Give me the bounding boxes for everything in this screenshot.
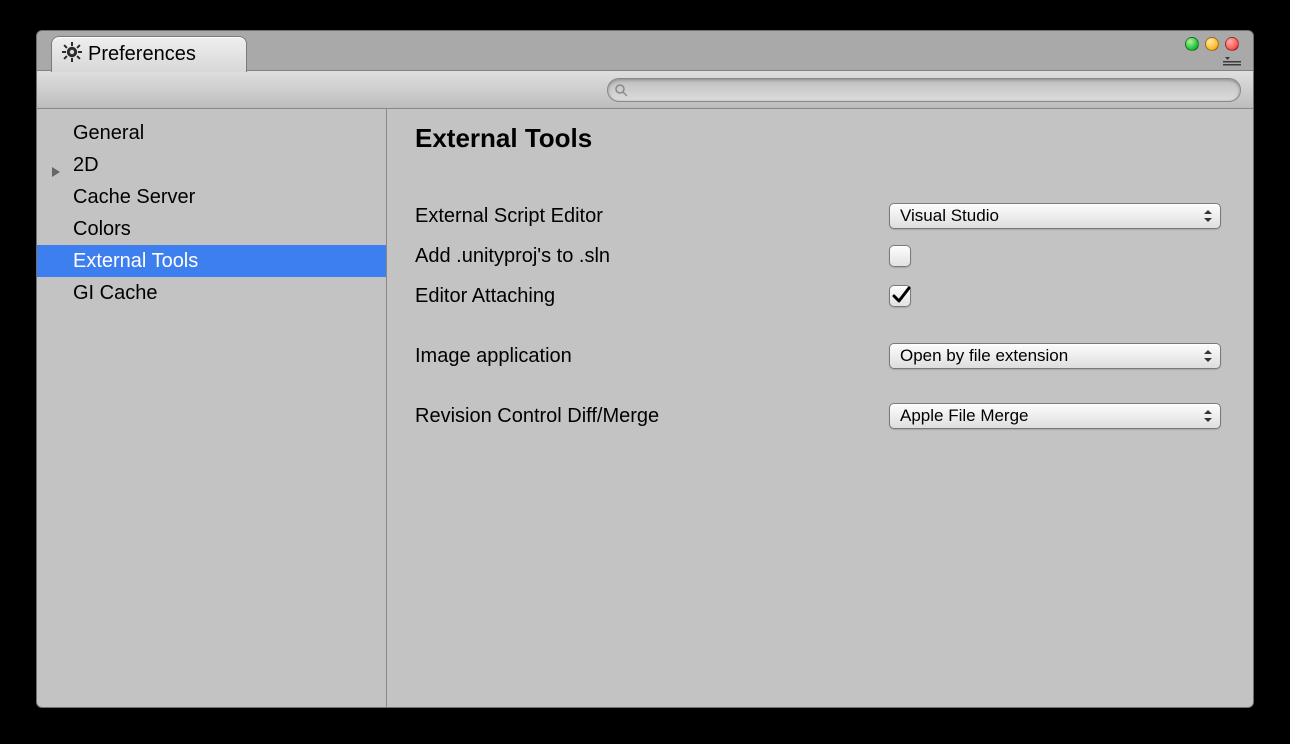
tab-options-button[interactable] xyxy=(1223,55,1241,67)
sidebar-item-colors[interactable]: Colors xyxy=(37,213,386,245)
zoom-button[interactable] xyxy=(1205,37,1219,51)
row-revision-control: Revision Control Diff/Merge Apple File M… xyxy=(415,396,1223,436)
field-label: Image application xyxy=(415,345,889,368)
tab-title: Preferences xyxy=(88,43,196,66)
image-application-select[interactable]: Open by file extension xyxy=(889,343,1221,369)
row-image-application: Image application Open by file extension xyxy=(415,336,1223,376)
sidebar-item-label: 2D xyxy=(73,154,99,176)
sidebar: General 2D Cache Server Colors External … xyxy=(37,109,387,707)
tab-strip: Preferences xyxy=(37,31,1253,71)
preferences-window: Preferences General 2D Cache Server xyxy=(36,30,1254,708)
preferences-body: General 2D Cache Server Colors External … xyxy=(37,109,1253,707)
external-script-editor-select[interactable]: Visual Studio xyxy=(889,203,1221,229)
editor-attaching-checkbox[interactable] xyxy=(889,285,911,307)
window-controls xyxy=(1185,37,1239,51)
sidebar-item-label: General xyxy=(73,122,144,144)
sidebar-item-label: Colors xyxy=(73,218,131,240)
field-label: Editor Attaching xyxy=(415,285,889,308)
page-title: External Tools xyxy=(415,123,1223,154)
add-unityproj-checkbox[interactable] xyxy=(889,245,911,267)
select-value: Open by file extension xyxy=(900,346,1068,365)
row-editor-attaching: Editor Attaching xyxy=(415,276,1223,316)
field-label: Add .unityproj's to .sln xyxy=(415,245,889,268)
select-arrows-icon xyxy=(1202,407,1214,425)
sidebar-item-external-tools[interactable]: External Tools xyxy=(37,245,386,277)
revision-control-select[interactable]: Apple File Merge xyxy=(889,403,1221,429)
minimize-button[interactable] xyxy=(1185,37,1199,51)
row-external-script-editor: External Script Editor Visual Studio xyxy=(415,196,1223,236)
sidebar-item-label: Cache Server xyxy=(73,186,195,208)
close-button[interactable] xyxy=(1225,37,1239,51)
select-value: Visual Studio xyxy=(900,206,999,225)
select-arrows-icon xyxy=(1202,347,1214,365)
sidebar-item-label: GI Cache xyxy=(73,282,157,304)
gear-icon xyxy=(62,42,82,67)
sidebar-item-2d[interactable]: 2D xyxy=(37,149,386,181)
sidebar-item-gi-cache[interactable]: GI Cache xyxy=(37,277,386,309)
search-field[interactable] xyxy=(607,78,1241,102)
sidebar-item-cache-server[interactable]: Cache Server xyxy=(37,181,386,213)
select-arrows-icon xyxy=(1202,207,1214,225)
chevron-right-icon[interactable] xyxy=(49,157,63,171)
tab-preferences[interactable]: Preferences xyxy=(51,36,247,72)
content-pane: External Tools External Script Editor Vi… xyxy=(387,109,1253,707)
search-input[interactable] xyxy=(632,79,1240,101)
field-label: Revision Control Diff/Merge xyxy=(415,405,889,428)
select-value: Apple File Merge xyxy=(900,406,1029,425)
row-add-unityproj: Add .unityproj's to .sln xyxy=(415,236,1223,276)
toolbar xyxy=(37,71,1253,109)
search-icon xyxy=(615,84,628,97)
field-label: External Script Editor xyxy=(415,205,889,228)
sidebar-item-label: External Tools xyxy=(73,250,198,272)
sidebar-item-general[interactable]: General xyxy=(37,117,386,149)
